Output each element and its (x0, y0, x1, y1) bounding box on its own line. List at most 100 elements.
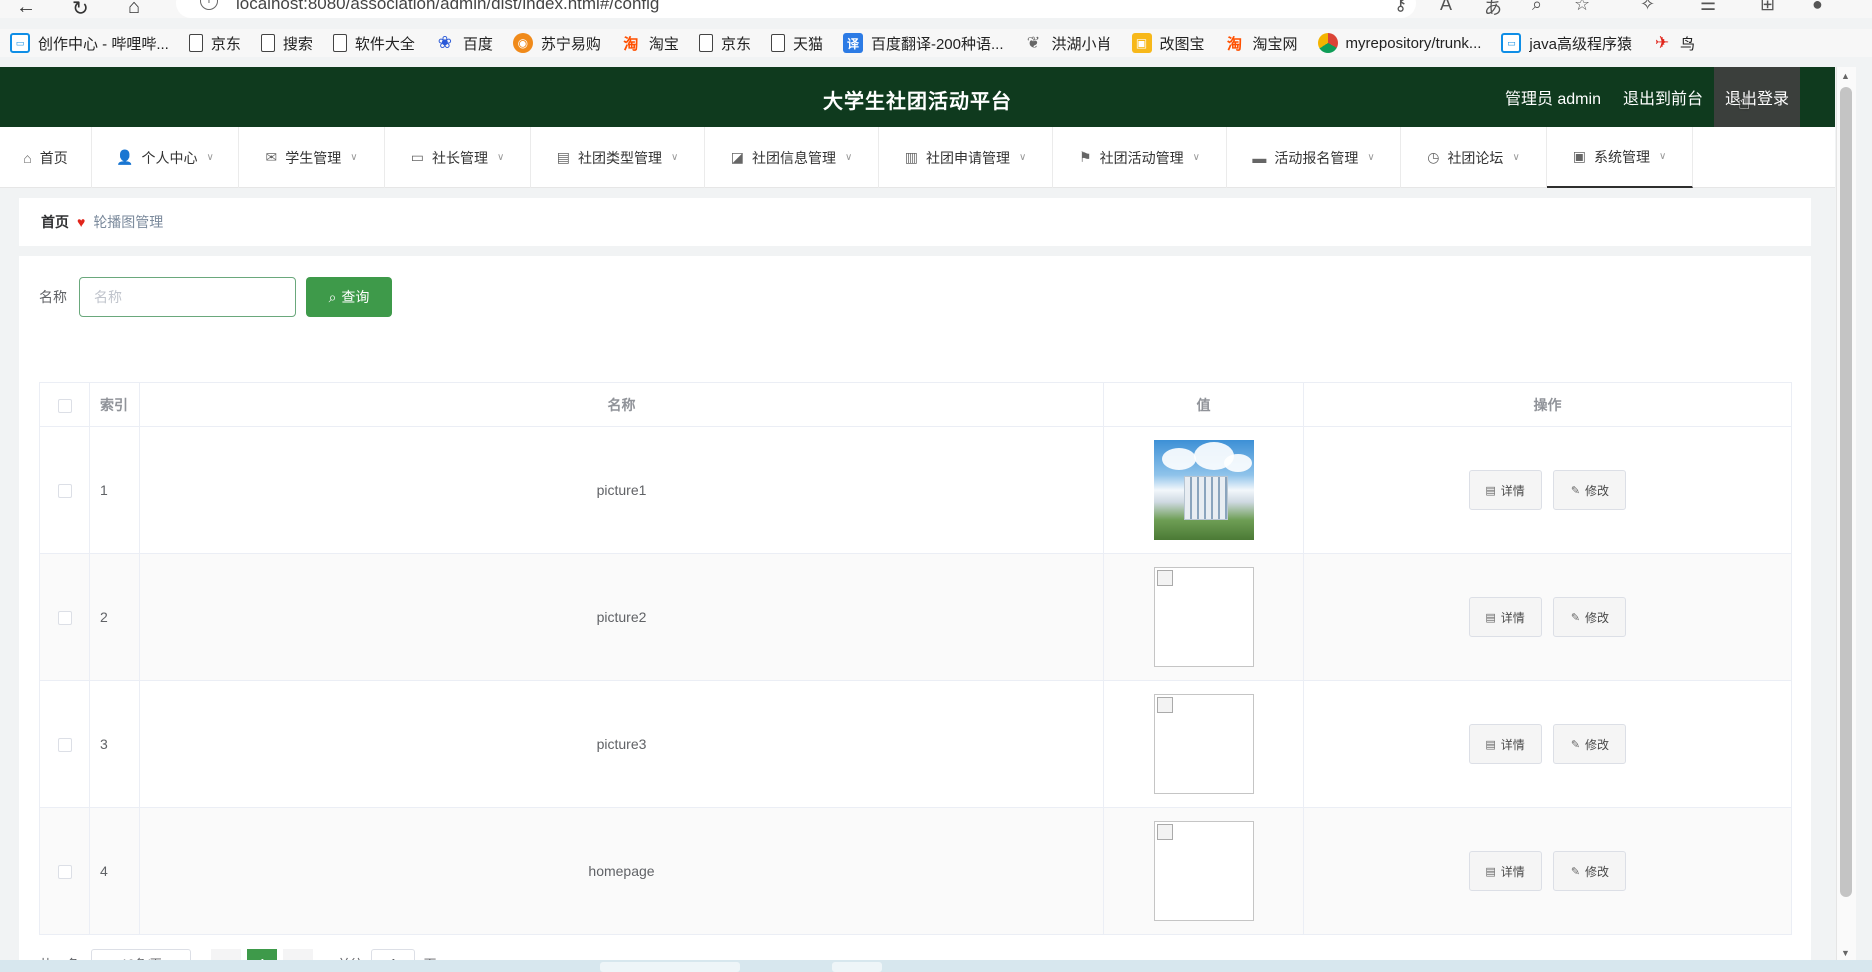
bookmark-item[interactable]: ▭ 创作中心 - 哔哩哔... (10, 33, 169, 54)
menu-item-club-forum[interactable]: ◷ 社团论坛 ∨ (1401, 127, 1547, 188)
search-input[interactable] (79, 277, 296, 317)
translate-icon[interactable]: あ (1484, 0, 1502, 20)
row-checkbox-cell[interactable] (39, 680, 90, 808)
bookmark-item[interactable]: 淘淘宝网 (1225, 33, 1298, 54)
broken-image-icon[interactable] (1153, 821, 1254, 921)
row-checkbox-cell[interactable] (39, 426, 90, 554)
page-scrollbar[interactable]: ▲ ▼ (1836, 67, 1856, 962)
bookmark-item[interactable]: 软件大全 (332, 33, 415, 54)
row-checkbox[interactable] (57, 865, 72, 880)
bookmark-item[interactable]: 淘淘宝 (621, 33, 679, 54)
row-value (1103, 426, 1304, 554)
bookmark-item[interactable]: ◉ 苏宁易购 (512, 33, 601, 54)
bookmark-item[interactable]: ❀ 百度 (435, 33, 493, 54)
bookmark-item[interactable]: ✈ 鸟 (1652, 33, 1695, 54)
reload-icon[interactable]: ↻ (72, 0, 89, 21)
bookmark-item[interactable]: 京东 (698, 33, 751, 54)
bilibili-icon: ▭ (10, 33, 30, 53)
table-row: 4 homepage ▤ 详情 ✎ 修改 (39, 807, 1792, 935)
edit-button[interactable]: ✎ 修改 (1553, 470, 1627, 510)
edit-button[interactable]: ✎ 修改 (1553, 851, 1627, 891)
table-row: 3 picture3 ▤ 详情 ✎ 修改 (39, 680, 1792, 808)
header-value: 值 (1103, 382, 1304, 427)
row-checkbox[interactable] (57, 738, 72, 753)
scroll-down-icon[interactable]: ▼ (1841, 948, 1850, 958)
detail-button[interactable]: ▤ 详情 (1468, 597, 1542, 637)
edit-icon: ✎ (1570, 611, 1581, 624)
bookmark-item[interactable]: 天猫 (770, 33, 823, 54)
back-icon[interactable]: ← (16, 0, 36, 19)
data-table: 索引 名称 值 操作 1 picture1 ▤ 详情 ✎ 修改 2 pictur… (39, 382, 1792, 935)
baidu-translate-icon: 译 (842, 33, 863, 53)
row-checkbox[interactable] (57, 611, 72, 626)
bookmark-item[interactable]: 京东 (188, 33, 241, 54)
favorite-add-icon[interactable]: ☆ (1574, 0, 1590, 15)
chevron-down-icon: ∨ (1018, 152, 1027, 163)
scroll-thumb[interactable] (1840, 87, 1852, 897)
url-text[interactable]: localhost:8080/association/admin/dist/in… (236, 0, 659, 14)
menu-item-system[interactable]: ▣ 系统管理 ∨ (1547, 127, 1693, 188)
menu-item-home[interactable]: ⌂ 首页 (0, 127, 92, 188)
document-icon: ▤ (1485, 611, 1496, 624)
key-icon[interactable]: ⚷ (1394, 0, 1407, 15)
bookmark-item[interactable]: myrepository/trunk... (1317, 33, 1481, 53)
taskbar-item[interactable] (832, 962, 882, 972)
select-all-checkbox[interactable] (57, 398, 72, 413)
broken-image-icon[interactable] (1153, 694, 1254, 794)
menu-item-club-info[interactable]: ◪ 社团信息管理 ∨ (705, 127, 879, 188)
row-actions: ▤ 详情 ✎ 修改 (1303, 680, 1792, 808)
edit-button[interactable]: ✎ 修改 (1553, 724, 1627, 764)
bookmark-item[interactable]: 译百度翻译-200种语... (842, 33, 1004, 54)
home-icon[interactable]: ⌂ (128, 0, 140, 19)
search-label: 名称 (39, 289, 67, 305)
broken-image-icon[interactable] (1153, 567, 1254, 667)
search-button[interactable]: ⌕ 查询 (306, 277, 392, 317)
page-icon (770, 34, 785, 52)
menu-item-presidents[interactable]: ▭ 社长管理 ∨ (385, 127, 531, 188)
bar-chart-icon: ▥ (904, 149, 918, 165)
mail-icon: ✉ (265, 149, 278, 165)
row-checkbox-cell[interactable] (39, 553, 90, 681)
menu-item-club-applications[interactable]: ▥ 社团申请管理 ∨ (879, 127, 1053, 188)
scroll-up-icon[interactable]: ▲ (1841, 71, 1850, 81)
zoom-icon[interactable]: ⌕ (1532, 0, 1542, 15)
row-checkbox-cell[interactable] (39, 807, 90, 935)
edit-button[interactable]: ✎ 修改 (1553, 597, 1627, 637)
briefcase-icon: ▬ (1252, 149, 1267, 166)
favorites-icon[interactable]: ☰ (1700, 0, 1716, 15)
menu-item-club-activities[interactable]: ⚑ 社团活动管理 ∨ (1053, 127, 1227, 188)
chevron-down-icon: ∨ (1512, 152, 1520, 163)
gaitubao-icon: ▣ (1131, 33, 1152, 53)
detail-button[interactable]: ▤ 详情 (1468, 470, 1542, 510)
row-name: homepage (139, 807, 1104, 935)
taskbar-item[interactable] (600, 962, 740, 972)
menu-item-personal[interactable]: 👤 个人中心 ∨ (92, 127, 239, 188)
select-all-checkbox-cell[interactable] (39, 382, 90, 427)
collections-icon[interactable]: ⊞ (1760, 0, 1775, 15)
breadcrumb-home[interactable]: 首页 (41, 212, 69, 232)
profile-avatar-icon[interactable]: ● (1812, 0, 1823, 15)
document-icon: ▤ (1485, 484, 1496, 497)
chevron-down-icon: ∨ (844, 152, 853, 163)
row-checkbox[interactable] (57, 484, 72, 499)
menu-item-students[interactable]: ✉ 学生管理 ∨ (239, 127, 385, 188)
menu-item-activity-signups[interactable]: ▬ 活动报名管理 ∨ (1227, 127, 1401, 188)
document-icon: ▤ (1485, 865, 1496, 878)
detail-button[interactable]: ▤ 详情 (1468, 724, 1542, 764)
bookmark-item[interactable]: ▭ java高级程序猿 (1501, 33, 1632, 54)
detail-button[interactable]: ▤ 详情 (1468, 851, 1542, 891)
menu-item-club-types[interactable]: ▤ 社团类型管理 ∨ (531, 127, 705, 188)
campus-building-image[interactable] (1153, 440, 1254, 540)
row-name: picture1 (139, 426, 1104, 554)
back-to-front-button[interactable]: 退出到前台 (1612, 67, 1714, 127)
header-name: 名称 (139, 382, 1104, 427)
bookmark-item[interactable]: ▣ 改图宝 (1131, 33, 1205, 54)
extensions-icon[interactable]: ✧ (1640, 0, 1655, 15)
page-icon (332, 34, 347, 52)
header-actions: 操作 (1303, 382, 1792, 427)
bookmark-item[interactable]: 搜索 (260, 33, 313, 54)
logout-button[interactable]: 退出登录 (1713, 67, 1800, 127)
read-aloud-icon[interactable]: A (1440, 0, 1452, 15)
document-icon: ▤ (1485, 738, 1496, 751)
bookmark-item[interactable]: ❦ 洪湖小肖 (1024, 33, 1112, 54)
